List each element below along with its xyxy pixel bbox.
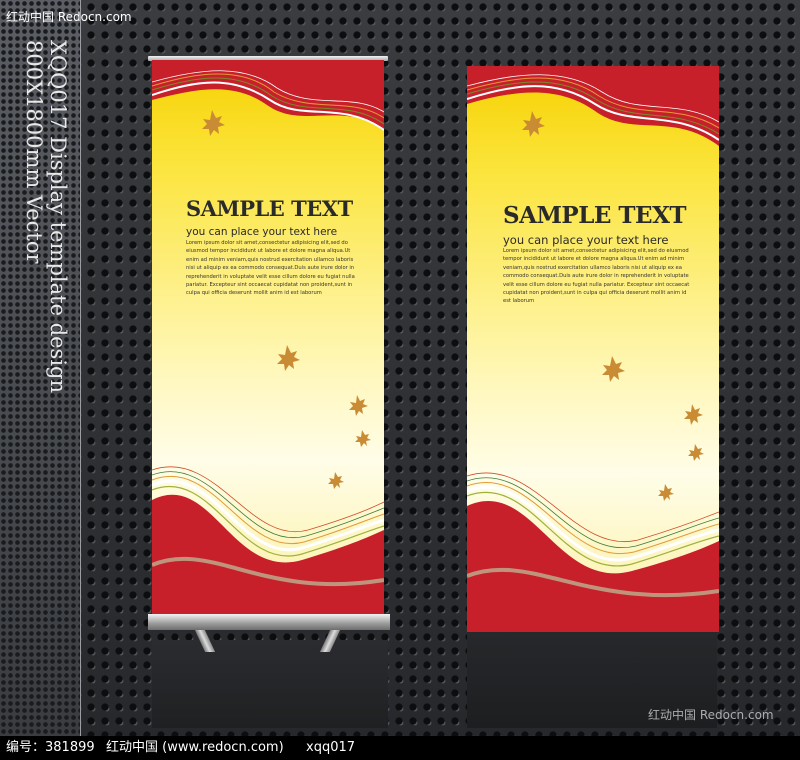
side-caption-line2: 800X1800mm Vector [22,40,46,264]
footer-site: 红动中国 (www.redocn.com) [106,740,284,755]
stand-base-shadow [152,640,388,728]
banner-left-artwork [152,60,384,616]
stand-bottom-cassette [148,614,390,630]
footer-bar: 编号：381899 红动中国 (www.redocn.com) xqq017 [0,736,800,760]
side-caption-line1: XQQ017 Display template design [46,40,70,394]
banner-right-title: SAMPLE TEXT [503,202,687,229]
footer-author: xqq017 [306,740,356,755]
watermark-bottom-right: 红动中国 Redocn.com [648,708,774,722]
banner-left-subtitle: you can place your text here [186,226,338,238]
banner-right-subtitle: you can place your text here [503,233,669,247]
side-caption: XQQ017 Display template design 800X1800m… [20,40,80,420]
banner-right-artwork [467,66,719,632]
watermark-top-left: 红动中国 Redocn.com [6,10,132,24]
footer-id: 编号：381899 [6,740,95,755]
banner-right-body: Lorem ipsum dolor sit amet,consectetur a… [503,248,690,305]
banner-left: SAMPLE TEXT you can place your text here… [152,60,384,616]
banner-right: SAMPLE TEXT you can place your text here… [467,66,719,632]
banner-left-body: Lorem ipsum dolor sit amet,consectetur a… [186,240,355,297]
banner-left-title: SAMPLE TEXT [186,196,353,221]
